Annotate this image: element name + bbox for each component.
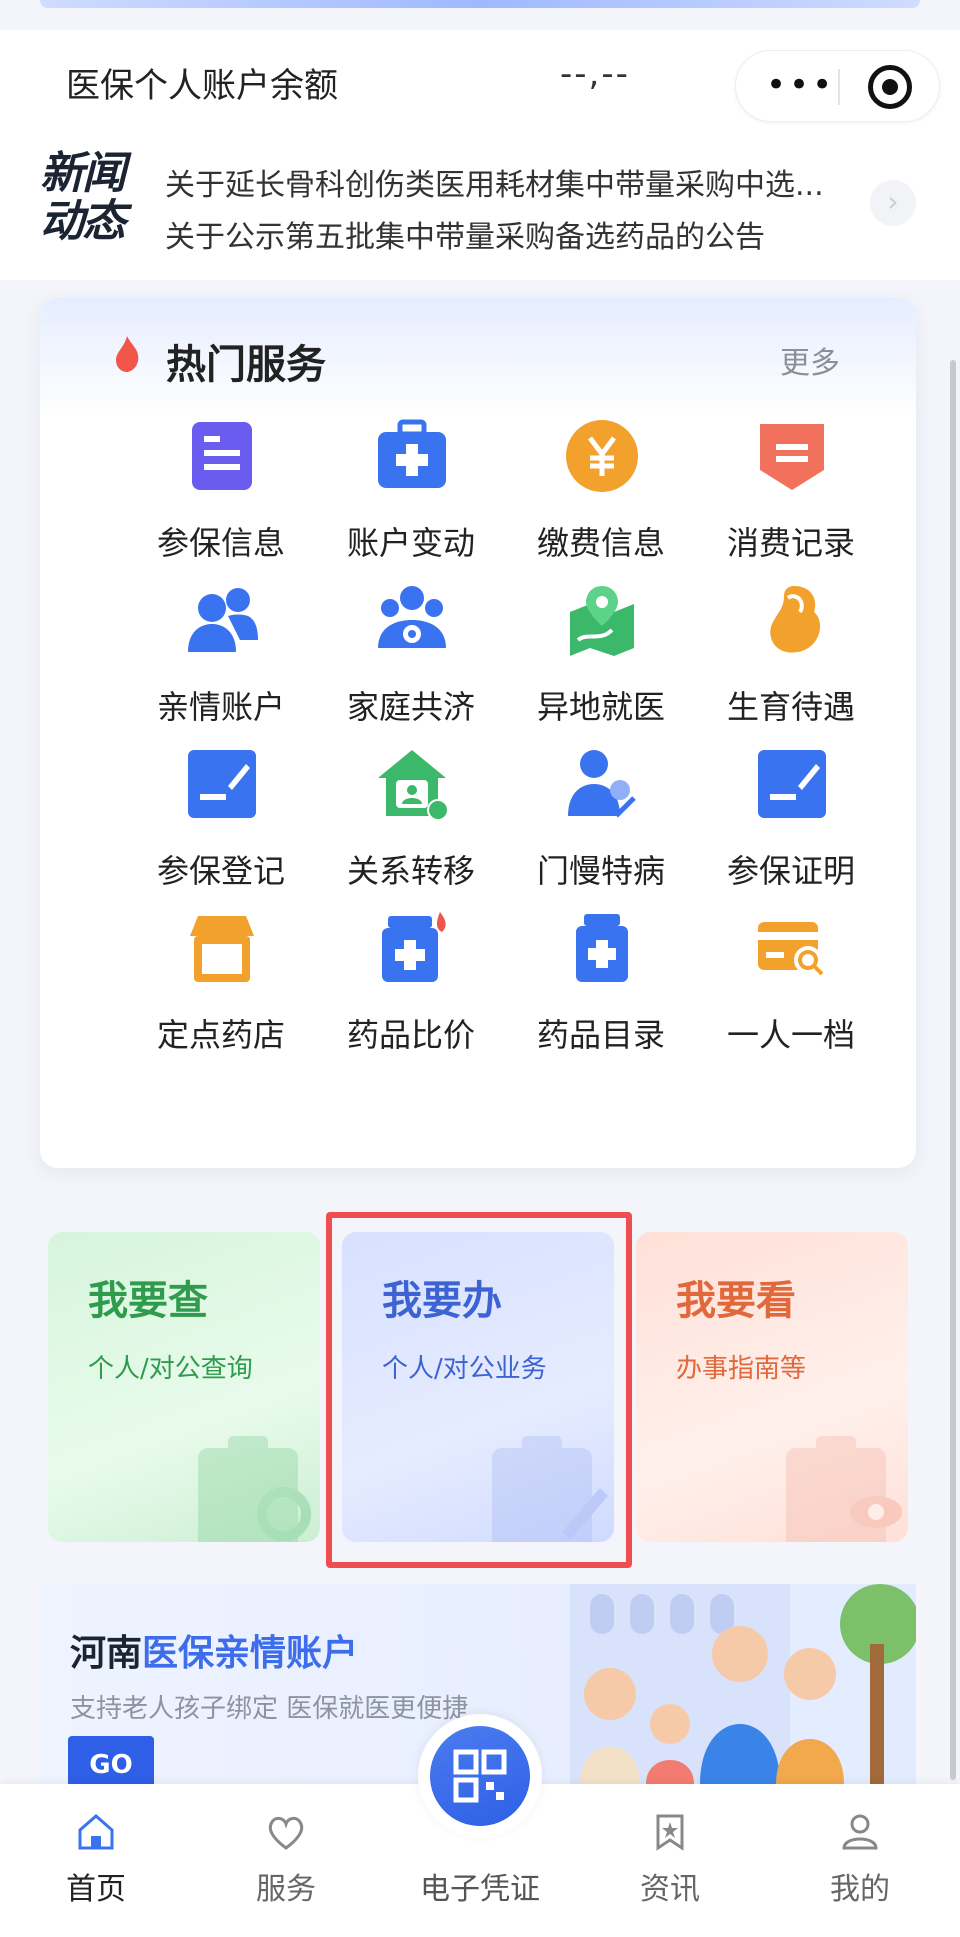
edit-icon bbox=[758, 750, 826, 818]
service-label: 亲情账户 bbox=[156, 688, 285, 726]
home-icon bbox=[78, 1814, 114, 1850]
balance-row[interactable]: 医保个人账户余额 --,-- ••• bbox=[0, 30, 960, 130]
tab-certificate-label[interactable]: 电子凭证 bbox=[380, 1864, 580, 1908]
tab-mine[interactable]: 我的 bbox=[800, 1812, 920, 1922]
service-item[interactable]: 药品目录 bbox=[506, 910, 696, 1070]
service-label: 关系转移 bbox=[346, 852, 475, 890]
service-item[interactable]: 药品比价 bbox=[316, 910, 506, 1070]
tab-news[interactable]: 资讯 bbox=[610, 1812, 730, 1922]
service-label: 定点药店 bbox=[156, 1016, 285, 1054]
service-label: 消费记录 bbox=[726, 524, 855, 562]
scrollbar[interactable] bbox=[950, 360, 956, 1780]
close-target-icon[interactable] bbox=[868, 65, 912, 109]
service-item[interactable]: 一人一档 bbox=[696, 910, 886, 1070]
service-label: 账户变动 bbox=[346, 524, 475, 562]
service-label: 缴费信息 bbox=[536, 524, 665, 562]
highlight-box bbox=[326, 1212, 632, 1568]
go-button[interactable]: GO bbox=[68, 1736, 154, 1784]
view-card[interactable]: 我要看 办事指南等 bbox=[636, 1232, 908, 1542]
service-item[interactable]: 参保信息 bbox=[126, 418, 316, 578]
qr-code-icon bbox=[430, 1726, 530, 1826]
tab-service[interactable]: 服务 bbox=[226, 1812, 346, 1922]
hot-services-card: 热门服务 更多 参保信息 账户变动 缴费信息 消费记录 亲情账户 家庭共济 异地… bbox=[40, 298, 916, 1168]
tab-home[interactable]: 首页 bbox=[36, 1812, 156, 1922]
clipboard-search-icon bbox=[198, 1436, 311, 1542]
tab-home-label: 首页 bbox=[66, 1872, 126, 1907]
doctor-check-icon bbox=[568, 750, 636, 818]
chevron-right-icon[interactable]: › bbox=[870, 180, 916, 226]
user-icon bbox=[842, 1814, 878, 1850]
service-label: 生育待遇 bbox=[726, 688, 855, 726]
house-transfer-icon bbox=[378, 750, 449, 821]
query-card[interactable]: 我要查 个人/对公查询 bbox=[48, 1232, 320, 1542]
certificate-button[interactable] bbox=[418, 1714, 542, 1838]
medicine-hot-icon bbox=[382, 912, 446, 982]
bookmark-star-icon bbox=[656, 1814, 684, 1851]
service-label: 一人一档 bbox=[726, 1016, 855, 1054]
service-label: 参保信息 bbox=[156, 524, 285, 562]
edit-icon bbox=[188, 750, 256, 818]
yuan-icon bbox=[566, 420, 638, 492]
medicine-bottle-icon bbox=[576, 914, 628, 982]
service-item[interactable]: 关系转移 bbox=[316, 746, 506, 906]
miniprogram-capsule: ••• bbox=[735, 50, 940, 122]
hot-services-header: 热门服务 更多 bbox=[40, 298, 916, 418]
query-subtitle: 个人/对公查询 bbox=[88, 1354, 253, 1384]
news-logo: 新闻 动态 bbox=[40, 148, 126, 247]
tab-service-label: 服务 bbox=[256, 1872, 316, 1907]
service-item[interactable]: 参保登记 bbox=[126, 746, 316, 906]
maternity-icon bbox=[770, 586, 821, 653]
hot-services-title: 热门服务 bbox=[166, 342, 326, 388]
view-subtitle: 办事指南等 bbox=[676, 1354, 807, 1384]
service-label: 参保登记 bbox=[156, 852, 285, 890]
tab-news-label: 资讯 bbox=[640, 1872, 700, 1907]
bottom-tab-bar: 首页 服务 电子凭证 资讯 我的 bbox=[0, 1714, 960, 1937]
more-link[interactable]: 更多 bbox=[780, 338, 840, 382]
receipt-icon bbox=[760, 424, 824, 490]
service-item[interactable]: 异地就医 bbox=[506, 582, 696, 742]
service-item[interactable]: 缴费信息 bbox=[506, 418, 696, 578]
service-item[interactable]: 定点药店 bbox=[126, 910, 316, 1070]
banner-title: 河南医保亲情账户 bbox=[70, 1633, 359, 1674]
news-section: 新闻 动态 关于延长骨科创伤类医用耗材集中带量采购中选... 关于公示第五批集中… bbox=[0, 130, 960, 280]
balance-label: 医保个人账户余额 bbox=[66, 66, 338, 106]
service-label: 家庭共济 bbox=[346, 688, 475, 726]
service-item[interactable]: 亲情账户 bbox=[126, 582, 316, 742]
medkit-icon bbox=[378, 419, 446, 488]
card-search-icon bbox=[758, 922, 824, 976]
map-location-icon bbox=[570, 586, 634, 656]
heart-icon bbox=[268, 1816, 304, 1850]
service-label: 药品比价 bbox=[346, 1016, 475, 1054]
tab-mine-label: 我的 bbox=[830, 1872, 890, 1907]
service-item[interactable]: 消费记录 bbox=[696, 418, 886, 578]
clipboard-eye-icon bbox=[786, 1436, 902, 1542]
news-item[interactable]: 关于延长骨科创伤类医用耗材集中带量采购中选... bbox=[165, 160, 865, 204]
news-item[interactable]: 关于公示第五批集中带量采购备选药品的公告 bbox=[165, 212, 865, 256]
view-title: 我要看 bbox=[676, 1278, 796, 1324]
top-strip-decoration bbox=[40, 0, 920, 8]
balance-value: --,-- bbox=[560, 54, 630, 94]
document-icon bbox=[192, 422, 252, 490]
family-illustration bbox=[570, 1584, 916, 1784]
family-icon bbox=[378, 586, 446, 648]
service-label: 参保证明 bbox=[726, 852, 855, 890]
capsule-divider bbox=[838, 69, 840, 105]
flame-icon bbox=[116, 336, 139, 372]
service-item[interactable]: 参保证明 bbox=[696, 746, 886, 906]
service-item[interactable]: 生育待遇 bbox=[696, 582, 886, 742]
service-label: 异地就医 bbox=[536, 688, 665, 726]
query-title: 我要查 bbox=[88, 1278, 208, 1324]
people-icon bbox=[188, 588, 258, 652]
service-label: 门慢特病 bbox=[536, 852, 665, 890]
service-item[interactable]: 账户变动 bbox=[316, 418, 506, 578]
service-label: 药品目录 bbox=[536, 1016, 665, 1054]
store-icon bbox=[190, 916, 254, 982]
more-dots-icon[interactable]: ••• bbox=[766, 67, 835, 103]
service-item[interactable]: 家庭共济 bbox=[316, 582, 506, 742]
service-item[interactable]: 门慢特病 bbox=[506, 746, 696, 906]
banner-subtitle: 支持老人孩子绑定 医保就医更便捷 bbox=[70, 1694, 469, 1724]
